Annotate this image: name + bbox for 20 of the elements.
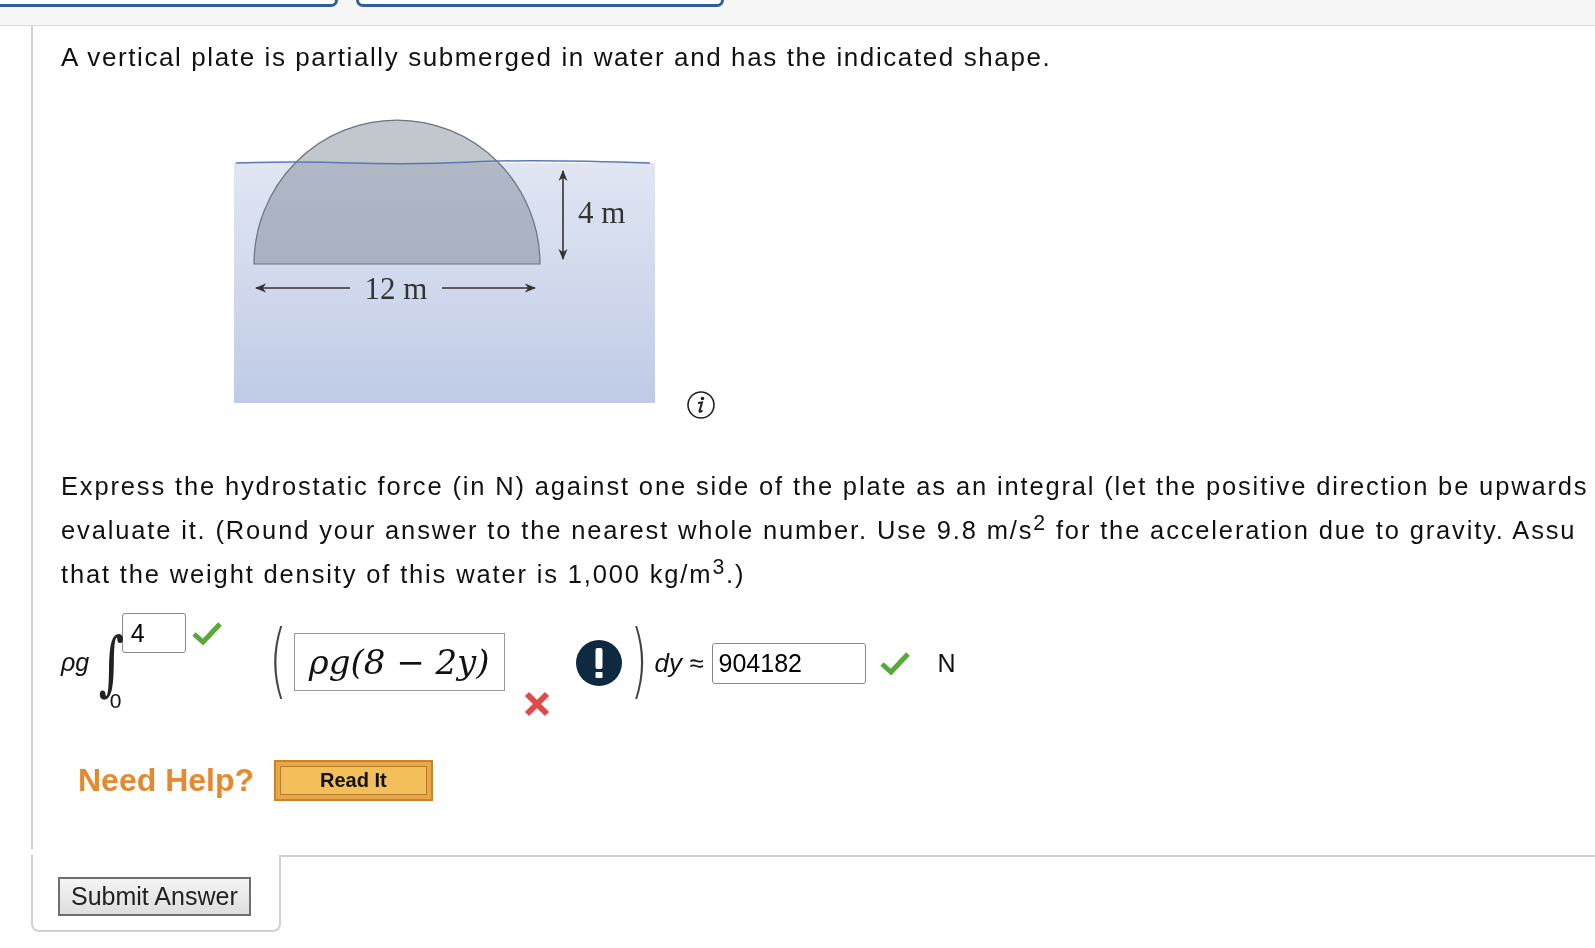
close-parenthesis: ) <box>629 619 648 701</box>
open-parenthesis: ( <box>268 619 287 701</box>
question-text: evaluate it. (Round your answer to the nearest whole number. Use 9.8 m/s$^{2}$ for the acceleration due to gravity. Assu <box>61 509 1578 546</box>
height-label: 4 m <box>578 195 626 230</box>
info-icon[interactable] <box>686 390 716 420</box>
submit-answer-button[interactable]: Submit Answer <box>58 877 251 916</box>
question-text: that the weight density of this water is 1,000 kg/m$^{3}$.) <box>61 553 747 590</box>
read-it-button[interactable]: Read It <box>274 760 433 801</box>
need-help-label: Need Help? <box>78 762 255 799</box>
integrand-field[interactable]: ρg(8 − 2y) <box>293 633 505 691</box>
differential: dy ≈ <box>654 647 704 679</box>
width-label: 12 m <box>364 271 428 306</box>
problem-text: A vertical plate is partially submerged in water and has the indicated shape. <box>61 41 1053 72</box>
unit-label: N <box>937 648 956 678</box>
answer-field[interactable]: 904182 <box>711 642 866 684</box>
question-text: Express the hydrostatic force (in N) against one side of the plate as an integral (let the positive direction be upwards <box>61 471 1590 502</box>
tab-button[interactable] <box>0 0 338 7</box>
tab-button[interactable] <box>356 0 724 7</box>
rho-g-factor: ρg <box>61 647 90 677</box>
exclamation-icon[interactable] <box>574 639 623 687</box>
